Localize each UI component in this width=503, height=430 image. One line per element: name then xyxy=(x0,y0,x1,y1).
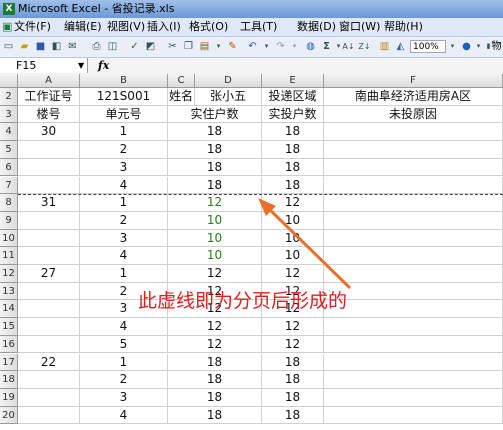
page-break-annotation: 此虚线即为分页后形成的 xyxy=(138,290,348,312)
annotation-arrow xyxy=(258,198,352,290)
